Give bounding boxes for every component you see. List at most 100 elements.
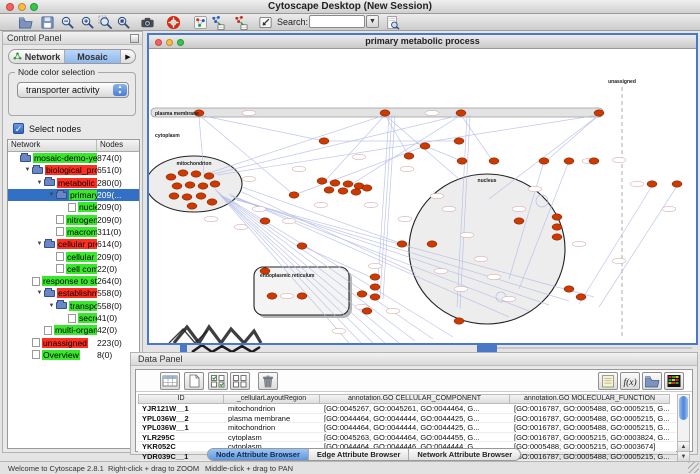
column-header[interactable]: _cellularLayoutRegion <box>224 394 320 404</box>
tree-row[interactable]: ▼transport558(0) <box>8 300 139 312</box>
graph-node[interactable] <box>564 286 574 292</box>
graph-node[interactable] <box>454 138 464 144</box>
graph-node[interactable] <box>370 294 380 300</box>
zoom-fit-icon[interactable] <box>116 15 131 30</box>
graph-node[interactable] <box>330 180 340 186</box>
graph-node[interactable] <box>456 110 466 116</box>
heatmap-icon[interactable] <box>664 372 684 390</box>
expander-icon[interactable]: ▼ <box>47 303 56 309</box>
graph-node[interactable] <box>210 181 220 187</box>
graph-node[interactable] <box>196 193 206 199</box>
graph-node[interactable] <box>267 293 277 299</box>
tree-row[interactable]: unassigned223(0) <box>8 336 139 348</box>
column-header[interactable]: annotation.GO MOLECULAR_FUNCTION <box>510 394 670 404</box>
network-view-titlebar[interactable]: primary metabolic process <box>149 35 696 49</box>
advanced-search-icon[interactable] <box>385 15 400 30</box>
graph-node[interactable] <box>324 187 334 193</box>
table-row[interactable]: YPL036W__1mitochondrion[GO:0044464, GO:0… <box>138 423 676 433</box>
graph-node[interactable] <box>539 158 549 164</box>
scroll-up-icon[interactable]: ▲ <box>678 441 689 451</box>
graph-node[interactable] <box>362 308 372 314</box>
table-mode-icon[interactable] <box>160 372 180 390</box>
graph-node[interactable] <box>187 203 197 209</box>
tree-column-nodes[interactable]: Nodes <box>97 140 139 151</box>
table-row[interactable]: YPL036W__2plasma membrane[GO:0044464, GO… <box>138 414 676 424</box>
tree-row[interactable]: Overview8(0) <box>8 349 139 361</box>
tree-row[interactable]: mosaic-demo-yeast874(0) <box>8 152 139 164</box>
graph-node[interactable] <box>297 293 307 299</box>
tab-mosaic[interactable]: Mosaic <box>65 50 121 63</box>
save-icon[interactable] <box>40 15 55 30</box>
zoom-out-icon[interactable] <box>60 15 75 30</box>
open-icon[interactable] <box>18 15 33 30</box>
unselect-attributes-icon[interactable] <box>230 372 250 390</box>
graph-node[interactable] <box>404 153 414 159</box>
graph-node[interactable] <box>647 181 657 187</box>
tree-row[interactable]: nitrogen compo209(0) <box>8 213 139 225</box>
zoom-selected-icon[interactable] <box>98 15 113 30</box>
tree-column-network[interactable]: Network <box>8 140 97 151</box>
graph-node[interactable] <box>172 183 182 189</box>
graph-node[interactable] <box>297 243 307 249</box>
graph-node[interactable] <box>351 189 361 195</box>
notes-icon[interactable] <box>598 372 618 390</box>
graph-node[interactable] <box>204 173 214 179</box>
graph-node[interactable] <box>397 241 407 247</box>
tree-row[interactable]: cell communicat22(0) <box>8 263 139 275</box>
column-header[interactable]: annotation.GO CELLULAR_COMPONENT <box>320 394 510 404</box>
node-color-select[interactable]: transporter activity ▲▼ <box>17 82 129 98</box>
graph-node[interactable] <box>178 170 188 176</box>
network-canvas[interactable]: plasma membrane cytoplasm mitochondrion … <box>149 49 696 343</box>
graph-node[interactable] <box>552 214 562 220</box>
graph-node[interactable] <box>319 138 329 144</box>
table-row[interactable]: YLR295Ccytoplasm[GO:0045263, GO:0044464,… <box>138 433 676 443</box>
tree-row[interactable]: cellular metabo209(0) <box>8 250 139 262</box>
graph-node[interactable] <box>380 110 390 116</box>
graph-node[interactable] <box>564 158 574 164</box>
graph-node[interactable] <box>338 188 348 194</box>
graph-node[interactable] <box>362 185 372 191</box>
tab-node-attribute-browser[interactable]: Node Attribute Browser <box>208 449 309 460</box>
graph-node[interactable] <box>457 158 467 164</box>
graph-node[interactable] <box>357 291 367 297</box>
graph-node[interactable] <box>370 274 380 280</box>
import-attributes-icon[interactable] <box>642 372 662 390</box>
graph-node[interactable] <box>169 193 179 199</box>
graph-node[interactable] <box>370 284 380 290</box>
tab-overflow-arrow-icon[interactable]: ▶ <box>121 50 135 63</box>
float-panel-icon[interactable] <box>130 34 139 43</box>
graph-node[interactable] <box>207 199 217 205</box>
graph-node[interactable] <box>589 158 599 164</box>
graph-node[interactable] <box>594 110 604 116</box>
graph-node[interactable] <box>166 174 176 180</box>
graph-node[interactable] <box>576 294 586 300</box>
search-dropdown-icon[interactable]: ▼ <box>366 15 379 28</box>
delete-attribute-icon[interactable] <box>258 372 278 390</box>
tree-row[interactable]: multi-organism pro42(0) <box>8 324 139 336</box>
tree-row[interactable]: response to stimulu264(0) <box>8 275 139 287</box>
graph-node[interactable] <box>552 234 562 240</box>
tree-row[interactable]: secretion41(0) <box>8 312 139 324</box>
graph-node[interactable] <box>191 171 201 177</box>
graph-node[interactable] <box>552 224 562 230</box>
select-nodes-checkbox[interactable]: ✓ <box>13 123 24 134</box>
function-builder-icon[interactable]: f(x) <box>620 372 640 390</box>
expander-icon[interactable]: ▼ <box>23 167 32 173</box>
tree-row[interactable]: ▼cellular process614(0) <box>8 238 139 250</box>
expander-icon[interactable]: ▼ <box>35 180 44 186</box>
graph-node[interactable] <box>317 178 327 184</box>
tree-row[interactable]: nucleobase-209(0) <box>8 201 139 213</box>
tree-row[interactable]: macromolecule311(0) <box>8 226 139 238</box>
scrollbar-thumb[interactable] <box>679 396 688 420</box>
graph-node[interactable] <box>454 318 464 324</box>
select-attributes-icon[interactable] <box>208 372 228 390</box>
snapshot-icon[interactable] <box>140 15 155 30</box>
tree-row[interactable]: ▼primary metabo209(... <box>8 189 139 201</box>
expander-icon[interactable]: ▼ <box>35 290 44 296</box>
search-input[interactable] <box>309 15 365 28</box>
expander-icon[interactable]: ▼ <box>47 192 56 198</box>
tab-edge-attribute-browser[interactable]: Edge Attribute Browser <box>309 449 409 460</box>
tab-network-attribute-browser[interactable]: Network Attribute Browser <box>409 449 520 460</box>
vizmapper-icon[interactable] <box>193 15 208 30</box>
graph-node[interactable] <box>289 192 299 198</box>
